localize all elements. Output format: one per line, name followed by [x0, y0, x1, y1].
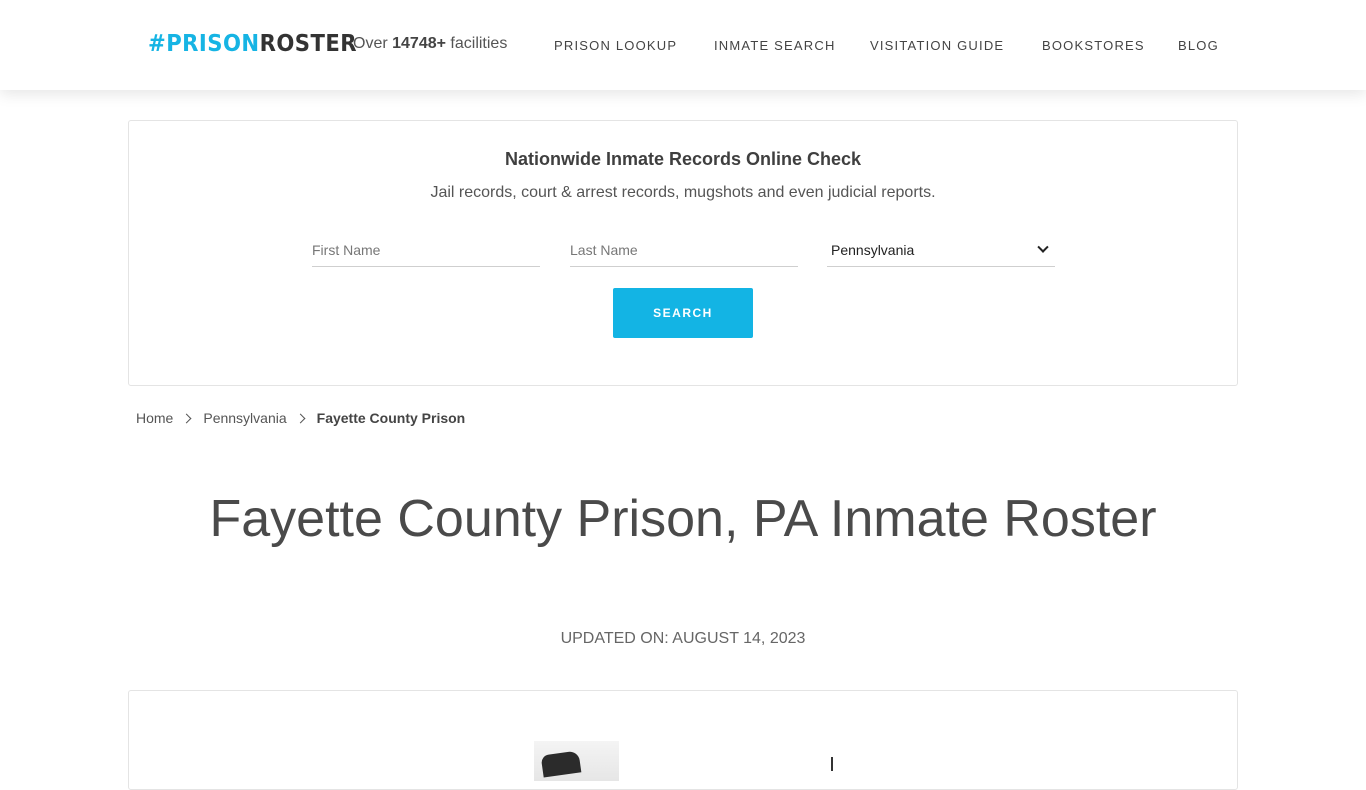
chevron-down-icon — [1037, 241, 1049, 253]
site-header: # PRISON ROSTER Over 14748+ facilities PRI… — [0, 0, 1366, 90]
nav-visitation-guide[interactable]: VISITATION GUIDE — [870, 38, 1004, 53]
state-select-value: Pennsylvania — [831, 241, 915, 258]
inmate-search-card: Nationwide Inmate Records Online Check J… — [128, 120, 1238, 386]
chevron-right-icon — [295, 413, 306, 423]
chevron-right-icon — [181, 413, 192, 423]
updated-date: UPDATED ON: AUGUST 14, 2023 — [560, 630, 806, 647]
facilities-suffix: facilities — [450, 35, 508, 52]
content-card — [128, 690, 1238, 790]
last-name-input[interactable] — [570, 233, 798, 267]
facilities-prefix: Over — [353, 35, 388, 52]
first-name-input[interactable] — [312, 233, 540, 267]
logo-roster: ROSTER — [259, 31, 358, 57]
facilities-count: Over 14748+ facilities — [353, 35, 507, 53]
breadcrumb-state[interactable]: Pennsylvania — [203, 410, 286, 426]
logo-hash: # — [148, 31, 167, 57]
nav-inmate-search[interactable]: INMATE SEARCH — [714, 38, 836, 53]
nav-prison-lookup[interactable]: PRISON LOOKUP — [554, 38, 677, 53]
nav-blog[interactable]: BLOG — [1178, 38, 1219, 53]
facilities-number: 14748+ — [392, 35, 446, 52]
search-button[interactable]: SEARCH — [613, 288, 753, 338]
breadcrumb-home[interactable]: Home — [136, 410, 173, 426]
state-select[interactable]: Pennsylvania — [827, 233, 1055, 267]
search-subtitle: Jail records, court & arrest records, mu… — [430, 184, 936, 201]
site-logo[interactable]: # PRISON ROSTER — [148, 28, 357, 60]
facility-image — [534, 741, 619, 781]
breadcrumb-current: Fayette County Prison — [316, 410, 466, 426]
page-title: Fayette County Prison, PA Inmate Roster — [209, 490, 1157, 548]
search-title: Nationwide Inmate Records Online Check — [504, 149, 862, 169]
logo-prison: PRISON — [166, 31, 260, 57]
nav-bookstores[interactable]: BOOKSTORES — [1042, 38, 1145, 53]
breadcrumb: Home Pennsylvania Fayette County Prison — [136, 408, 465, 428]
facility-image-object — [540, 750, 582, 778]
divider — [831, 757, 833, 771]
